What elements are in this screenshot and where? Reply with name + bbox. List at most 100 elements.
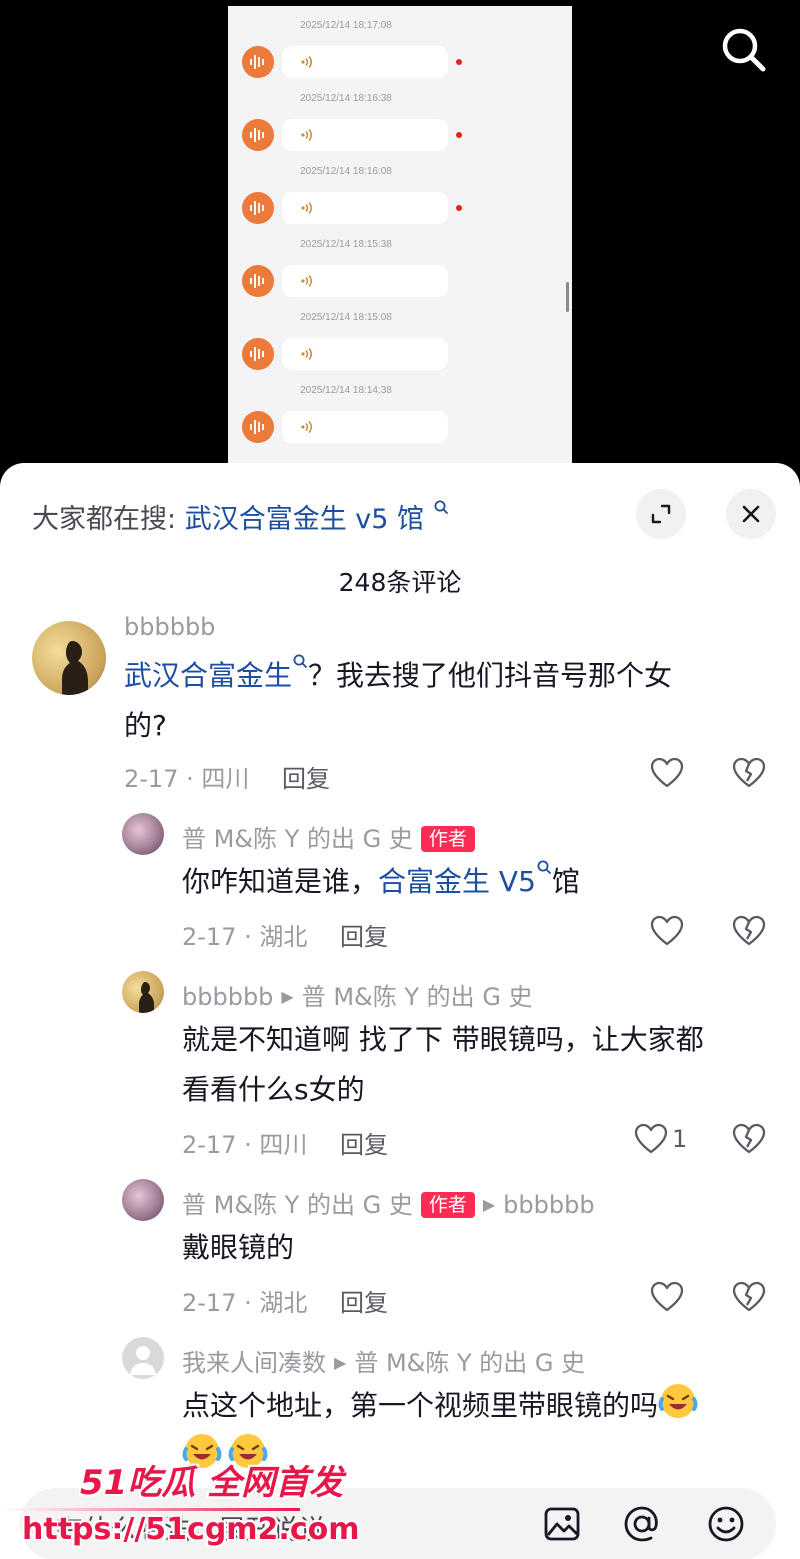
search-small-icon <box>434 500 448 514</box>
voice-bubble[interactable] <box>282 119 448 151</box>
voice-bubble[interactable] <box>282 338 448 370</box>
broken-heart-icon[interactable] <box>732 1281 766 1313</box>
voice-bubble[interactable] <box>282 411 448 443</box>
laughing-crying-emoji-icon <box>658 1384 698 1418</box>
reply-arrow-icon: ▶ <box>482 1195 496 1214</box>
emoji-icon[interactable] <box>704 1502 748 1546</box>
comment-text-part: 就是不知道啊 找了下 带眼镜吗，让大家都 <box>182 1023 704 1056</box>
reply-arrow-icon: ▶ <box>281 987 294 1006</box>
voice-avatar <box>242 192 274 224</box>
speaker-wave-icon <box>301 421 312 433</box>
reply-to-username[interactable]: 普 M&陈 Y 的出 G 史 <box>302 983 533 1011</box>
avatar[interactable] <box>122 971 164 1013</box>
comment-username[interactable]: 我来人间凑数 ▶ 普 M&陈 Y 的出 G 史 <box>182 1343 585 1378</box>
voice-avatar <box>242 119 274 151</box>
close-button[interactable] <box>726 489 776 539</box>
search-icon <box>722 28 766 72</box>
watermark-url: https://51cgm2.com <box>22 1512 360 1547</box>
avatar[interactable] <box>32 621 106 695</box>
avatar[interactable] <box>122 1179 164 1221</box>
comment-text-part: ？我去搜了他们抖音号那个女 <box>308 659 673 692</box>
comment-text: 戴眼镜的 <box>182 1231 295 1264</box>
waveform-icon <box>250 347 264 361</box>
video-area[interactable]: 2025/12/14 18:17:08 2025/12/14 18:16:38 20… <box>0 0 800 470</box>
voice-message[interactable]: 2025/12/14 18:14:38 <box>228 385 572 458</box>
comment-meta: 2-17 · 四川 <box>124 765 250 793</box>
speaker-wave-icon <box>301 275 312 287</box>
comment-keyword-link[interactable]: 合富金生 V5 <box>378 865 536 898</box>
comment-text: 武汉合富金生 ？我去搜了他们抖音号那个女 的? <box>124 651 744 751</box>
waveform-icon <box>250 128 264 142</box>
reply-button[interactable]: 回复 <box>340 917 388 952</box>
search-small-icon <box>537 860 551 874</box>
broken-heart-icon[interactable] <box>732 1123 766 1155</box>
voice-avatar <box>242 338 274 370</box>
reply-item: 普 M&陈 Y 的出 G 史作者 ▶ bbbbbb 戴眼镜的 2-17 · 湖北 回… <box>0 1179 800 1329</box>
waveform-icon <box>250 201 264 215</box>
comment-username[interactable]: 普 M&陈 Y 的出 G 史作者 ▶ bbbbbb <box>182 1185 595 1220</box>
comment-text-part: 的? <box>124 709 167 742</box>
waveform-icon <box>250 274 264 288</box>
comment-username[interactable]: 普 M&陈 Y 的出 G 史作者 <box>182 819 475 854</box>
comment-item: bbbbbb 武汉合富金生 ？我去搜了他们抖音号那个女 的? 2-17 · 四川 … <box>0 613 800 793</box>
watermark-brand: 51吃瓜 全网首发 <box>80 1463 344 1503</box>
comment-text-part: 点这个地址，第一个视频里带眼镜的吗 <box>182 1389 659 1422</box>
comment-keyword-link[interactable]: 武汉合富金生 <box>124 659 292 692</box>
username-text: 普 M&陈 Y 的出 G 史 <box>182 1191 413 1219</box>
reply-to-username[interactable]: bbbbbb <box>503 1191 594 1219</box>
image-icon[interactable] <box>540 1502 584 1546</box>
comment-text: 就是不知道啊 找了下 带眼镜吗，让大家都 看看什么s女的 <box>182 1015 772 1115</box>
username-text: 普 M&陈 Y 的出 G 史 <box>182 825 413 853</box>
voice-message[interactable]: 2025/12/14 18:15:08 <box>228 312 572 385</box>
reply-button[interactable]: 回复 <box>340 1283 388 1318</box>
expand-button[interactable] <box>636 489 686 539</box>
voice-message-time: 2025/12/14 18:16:08 <box>300 166 392 177</box>
voice-message[interactable]: 2025/12/14 18:16:08 <box>228 166 572 239</box>
voice-bubble[interactable] <box>282 46 448 78</box>
reply-button[interactable]: 回复 <box>282 759 330 794</box>
scroll-thumb <box>566 282 569 312</box>
search-suggestion[interactable]: 大家都在搜: 武汉合富金生 v5 馆 <box>32 497 449 536</box>
waveform-icon <box>250 420 264 434</box>
close-icon <box>742 505 760 523</box>
heart-icon[interactable] <box>650 757 684 789</box>
heart-icon[interactable] <box>650 915 684 947</box>
voice-bubble[interactable] <box>282 192 448 224</box>
unread-dot <box>456 132 462 138</box>
voice-message[interactable]: 2025/12/14 18:17:08 <box>228 20 572 93</box>
voice-bubble[interactable] <box>282 265 448 297</box>
heart-icon[interactable] <box>650 1281 684 1313</box>
avatar[interactable] <box>122 813 164 855</box>
search-button[interactable] <box>716 22 772 78</box>
reply-arrow-icon: ▶ <box>334 1353 347 1372</box>
broken-heart-icon[interactable] <box>732 757 766 789</box>
voice-message-time: 2025/12/14 18:15:08 <box>300 312 392 323</box>
voice-message-time: 2025/12/14 18:17:08 <box>300 20 392 31</box>
speaker-wave-icon <box>301 129 312 141</box>
search-suggestion-keyword[interactable]: 武汉合富金生 v5 馆 <box>185 504 424 535</box>
voice-avatar <box>242 46 274 78</box>
comment-text-part: 馆 <box>551 865 580 898</box>
chat-screenshot: 2025/12/14 18:17:08 2025/12/14 18:16:38 20… <box>228 6 572 470</box>
watermark-line <box>0 1508 300 1511</box>
speaker-wave-icon <box>301 348 312 360</box>
comment-username[interactable]: bbbbbb ▶ 普 M&陈 Y 的出 G 史 <box>182 977 533 1012</box>
avatar[interactable] <box>122 1337 164 1379</box>
voice-message[interactable]: 2025/12/14 18:15:38 <box>228 239 572 312</box>
search-small-icon <box>293 654 307 668</box>
comment-meta: 2-17 · 四川 <box>182 1131 308 1159</box>
comment-meta: 2-17 · 湖北 <box>182 1289 308 1317</box>
voice-message[interactable]: 2025/12/14 18:16:38 <box>228 93 572 166</box>
reply-item: 普 M&陈 Y 的出 G 史作者 你咋知道是谁，合富金生 V5 馆 2-17 · … <box>0 813 800 963</box>
comment-text-part: 你咋知道是谁， <box>182 865 379 898</box>
like-count: 1 <box>672 1125 688 1153</box>
voice-message-time: 2025/12/14 18:15:38 <box>300 239 392 250</box>
at-icon[interactable] <box>620 1502 664 1546</box>
comment-text: 你咋知道是谁，合富金生 V5 馆 <box>182 857 742 907</box>
broken-heart-icon[interactable] <box>732 915 766 947</box>
reply-button[interactable]: 回复 <box>340 1125 388 1160</box>
comment-username[interactable]: bbbbbb <box>124 613 215 641</box>
heart-icon[interactable] <box>634 1123 668 1155</box>
author-badge: 作者 <box>420 826 475 852</box>
reply-to-username[interactable]: 普 M&陈 Y 的出 G 史 <box>354 1349 585 1377</box>
